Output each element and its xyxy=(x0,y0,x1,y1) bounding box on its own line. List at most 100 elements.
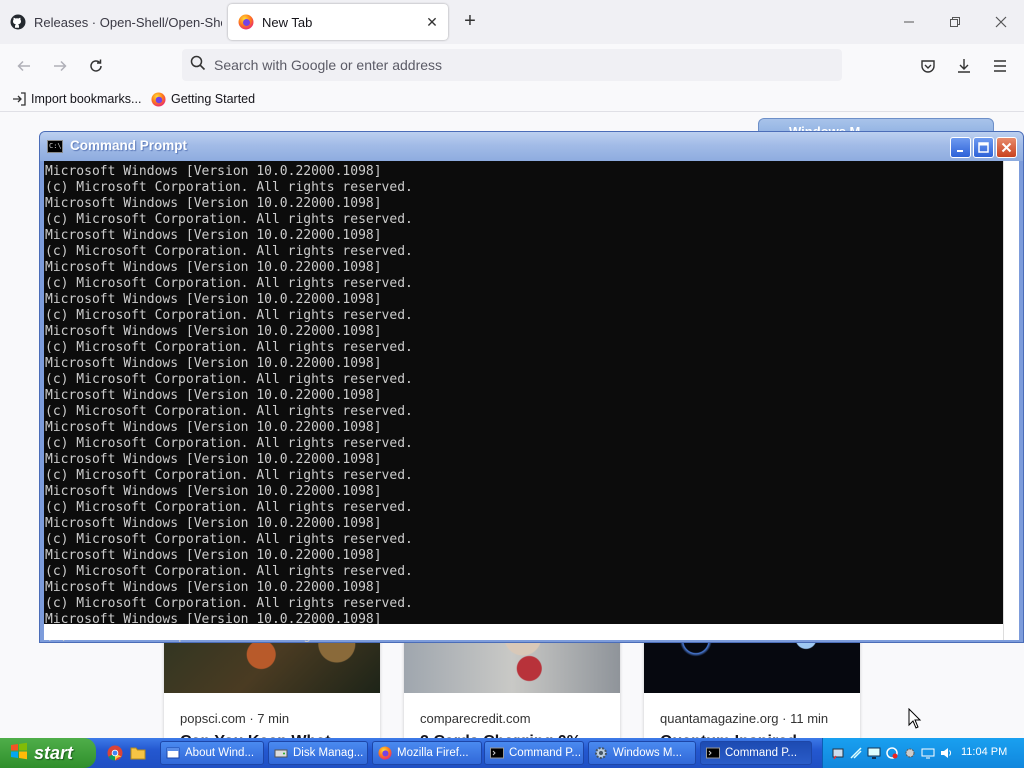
console-line: Microsoft Windows [Version 10.0.22000.10… xyxy=(45,324,382,339)
bookmark-getting-started[interactable]: Getting Started xyxy=(151,90,255,108)
console-line: (c) Microsoft Corporation. All rights re… xyxy=(45,500,413,515)
story-source: quantamagazine.org · 11 min xyxy=(660,711,829,726)
cmd-icon xyxy=(490,746,504,760)
console-bottom-strip xyxy=(44,624,1003,640)
firefox-icon xyxy=(151,91,166,107)
display-icon[interactable] xyxy=(921,746,935,760)
taskbar-button-label: About Wind... xyxy=(185,747,255,759)
cmd-icon xyxy=(706,746,720,760)
console-line: (c) Microsoft Corporation. All rights re… xyxy=(45,340,413,355)
taskbar-button-label: Command P... xyxy=(509,747,582,759)
close-tab-icon[interactable]: ✕ xyxy=(422,12,442,32)
console-line: (c) Microsoft Corporation. All rights re… xyxy=(45,308,413,323)
taskbar-button-label: Disk Manag... xyxy=(293,747,364,759)
gear-icon xyxy=(594,746,608,760)
console-line: (c) Microsoft Corporation. All rights re… xyxy=(45,180,413,195)
bookmark-label: Import bookmarks... xyxy=(31,92,142,106)
pocket-icon[interactable] xyxy=(914,52,942,80)
console-line: (c) Microsoft Corporation. All rights re… xyxy=(45,212,413,227)
mouse-cursor-icon xyxy=(908,708,922,729)
taskbar-button[interactable]: Command P... xyxy=(700,741,812,765)
bookmarks-toolbar: Import bookmarks... Getting Started xyxy=(0,86,1024,112)
tab-label: New Tab xyxy=(262,14,313,30)
story-source: popsci.com · 7 min xyxy=(180,711,290,726)
console-line: (c) Microsoft Corporation. All rights re… xyxy=(45,244,413,259)
cmd-title: Command Prompt xyxy=(70,138,188,153)
back-icon[interactable] xyxy=(10,52,38,80)
cmd-title-bar[interactable]: C:\ Command Prompt xyxy=(40,132,1023,161)
console-line: Microsoft Windows [Version 10.0.22000.10… xyxy=(45,356,382,371)
console-line: (c) Microsoft Corporation. All rights re… xyxy=(45,596,413,611)
console-line: (c) Microsoft Corporation. All rights re… xyxy=(45,404,413,419)
clock[interactable]: 11:04 PM xyxy=(961,746,1007,758)
browser-navbar xyxy=(0,44,1024,86)
vertical-scrollbar[interactable] xyxy=(1003,161,1019,640)
disk-icon xyxy=(274,746,288,760)
bookmark-import[interactable]: Import bookmarks... xyxy=(12,90,141,108)
close-icon[interactable] xyxy=(996,137,1017,158)
taskbar-button-label: Mozilla Firef... xyxy=(397,747,469,759)
console-line: Microsoft Windows [Version 10.0.22000.10… xyxy=(45,420,382,435)
console-line: (c) Microsoft Corporation. All rights re… xyxy=(45,532,413,547)
tab-new-tab[interactable]: New Tab ✕ xyxy=(228,4,448,40)
firefox-icon xyxy=(378,746,392,760)
console-output[interactable]: Microsoft Windows [Version 10.0.22000.10… xyxy=(44,161,1003,643)
bookmark-label: Getting Started xyxy=(171,92,256,106)
console-line: Microsoft Windows [Version 10.0.22000.10… xyxy=(45,164,382,179)
start-button[interactable]: start xyxy=(0,738,96,768)
maximize-icon[interactable] xyxy=(973,137,994,158)
chrome-icon[interactable] xyxy=(107,745,123,761)
sync-icon[interactable] xyxy=(885,746,899,760)
tab-releases[interactable]: Releases · Open-Shell/Open-Shell xyxy=(0,4,222,40)
restore-icon[interactable] xyxy=(940,8,970,36)
command-prompt-window[interactable]: C:\ Command Prompt Microsoft Windows [Ve… xyxy=(39,131,1024,643)
monitor-icon[interactable] xyxy=(867,746,881,760)
system-tray: 11:04 PM xyxy=(822,738,1024,768)
address-bar[interactable] xyxy=(182,49,842,81)
reload-icon[interactable] xyxy=(82,52,110,80)
console-line: Microsoft Windows [Version 10.0.22000.10… xyxy=(45,452,382,467)
window-icon xyxy=(166,746,180,760)
taskbar-button[interactable]: Mozilla Firef... xyxy=(372,741,482,765)
url-input[interactable] xyxy=(214,57,814,73)
tab-label: Releases · Open-Shell/Open-Shell xyxy=(34,14,222,30)
search-icon xyxy=(190,55,206,76)
cmd-icon: C:\ xyxy=(47,140,63,153)
github-icon xyxy=(10,14,26,30)
folder-icon[interactable] xyxy=(130,745,146,761)
start-label: start xyxy=(34,742,74,763)
story-source: comparecredit.com xyxy=(420,711,531,726)
network-icon[interactable] xyxy=(831,746,845,760)
console-line: (c) Microsoft Corporation. All rights re… xyxy=(45,564,413,579)
menu-icon[interactable] xyxy=(986,52,1014,80)
close-window-icon[interactable] xyxy=(986,8,1016,36)
console-line: (c) Microsoft Corporation. All rights re… xyxy=(45,468,413,483)
minimize-icon[interactable] xyxy=(950,137,971,158)
taskbar-button[interactable]: About Wind... xyxy=(160,741,264,765)
minimize-icon[interactable] xyxy=(894,8,924,36)
forward-icon[interactable] xyxy=(46,52,74,80)
console-line: Microsoft Windows [Version 10.0.22000.10… xyxy=(45,516,382,531)
antenna-icon[interactable] xyxy=(849,746,863,760)
taskbar-button[interactable]: Windows M... xyxy=(588,741,696,765)
taskbar-button[interactable]: Disk Manag... xyxy=(268,741,368,765)
console-line: Microsoft Windows [Version 10.0.22000.10… xyxy=(45,580,382,595)
console-line: Microsoft Windows [Version 10.0.22000.10… xyxy=(45,260,382,275)
downloads-icon[interactable] xyxy=(950,52,978,80)
firefox-icon xyxy=(238,14,254,30)
taskbar: start About Wind... Disk Manag... Mozill… xyxy=(0,738,1024,768)
settings-icon[interactable] xyxy=(903,746,917,760)
console-line: Microsoft Windows [Version 10.0.22000.10… xyxy=(45,292,382,307)
volume-icon[interactable] xyxy=(939,746,953,760)
console-line: Microsoft Windows [Version 10.0.22000.10… xyxy=(45,196,382,211)
console-line: (c) Microsoft Corporation. All rights re… xyxy=(45,372,413,387)
console-line: Microsoft Windows [Version 10.0.22000.10… xyxy=(45,228,382,243)
windows-logo-icon xyxy=(10,742,28,765)
new-tab-button[interactable]: + xyxy=(458,10,482,34)
console-line: Microsoft Windows [Version 10.0.22000.10… xyxy=(45,548,382,563)
taskbar-button-label: Windows M... xyxy=(613,747,683,759)
console-line: Microsoft Windows [Version 10.0.22000.10… xyxy=(45,484,382,499)
console-line: (c) Microsoft Corporation. All rights re… xyxy=(45,276,413,291)
taskbar-button[interactable]: Command P... xyxy=(484,741,584,765)
console-line: (c) Microsoft Corporation. All rights re… xyxy=(45,436,413,451)
